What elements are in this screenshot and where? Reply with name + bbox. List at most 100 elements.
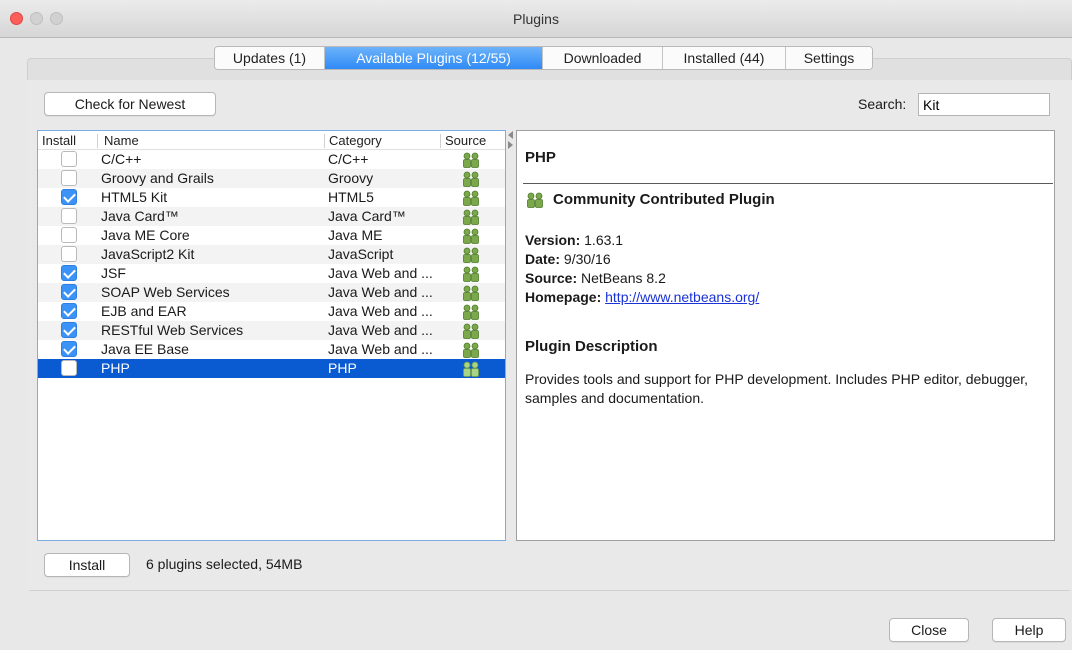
install-checkbox[interactable] [61, 360, 77, 376]
community-icon [461, 285, 481, 301]
table-row[interactable]: HTML5 Kit HTML5 [38, 188, 505, 207]
table-row[interactable]: JavaScript2 Kit JavaScript [38, 245, 505, 264]
community-icon [461, 228, 481, 244]
header-install[interactable]: Install [42, 133, 76, 148]
header-divider [97, 134, 98, 148]
plugin-type-label: Community Contributed Plugin [553, 191, 775, 208]
homepage-link[interactable]: http://www.netbeans.org/ [605, 289, 759, 305]
table-row[interactable]: Java EE Base Java Web and ... [38, 340, 505, 359]
plugin-category: Java Web and ... [328, 284, 433, 300]
table-row[interactable]: Groovy and Grails Groovy [38, 169, 505, 188]
install-checkbox[interactable] [61, 303, 77, 319]
plugin-category: Groovy [328, 170, 374, 186]
community-icon [461, 342, 481, 358]
header-category[interactable]: Category [329, 133, 382, 148]
plugin-name: PHP [101, 360, 130, 376]
plugin-title: PHP [525, 149, 556, 166]
plugin-name: RESTful Web Services [101, 322, 244, 338]
tab-updates[interactable]: Updates (1) [215, 47, 325, 69]
plugin-name: HTML5 Kit [101, 189, 168, 205]
plugin-category: JavaScript [328, 246, 394, 262]
plugin-category: HTML5 [328, 189, 374, 205]
plugin-category: Java ME [328, 227, 383, 243]
table-row[interactable]: RESTful Web Services Java Web and ... [38, 321, 505, 340]
tab-installed[interactable]: Installed (44) [663, 47, 786, 69]
header-name[interactable]: Name [104, 133, 139, 148]
plugin-info: Version: 1.63.1 Date: 9/30/16 Source: Ne… [525, 231, 759, 307]
plugin-name: Groovy and Grails [101, 170, 214, 186]
plugin-name: Java ME Core [101, 227, 190, 243]
tab-available-plugins[interactable]: Available Plugins (12/55) [325, 47, 543, 69]
table-row[interactable]: Java ME Core Java ME [38, 226, 505, 245]
community-icon [461, 247, 481, 263]
install-checkbox[interactable] [61, 208, 77, 224]
plugin-category: PHP [328, 360, 357, 376]
install-checkbox[interactable] [61, 246, 77, 262]
plugin-detail-panel: PHP Community Contributed Plugin Version… [516, 130, 1055, 541]
check-for-newest-button[interactable]: Check for Newest [44, 92, 216, 116]
version-value: 1.63.1 [584, 232, 624, 248]
install-checkbox[interactable] [61, 189, 77, 205]
community-icon [461, 152, 481, 168]
tab-settings[interactable]: Settings [786, 47, 872, 69]
table-row[interactable]: C/C++ C/C++ [38, 150, 505, 169]
table-header: Install Name Category Source [38, 131, 505, 150]
divider [523, 183, 1053, 184]
install-button[interactable]: Install [44, 553, 130, 577]
community-icon [461, 361, 481, 377]
tab-bar: Updates (1) Available Plugins (12/55) Do… [214, 46, 873, 70]
install-checkbox[interactable] [61, 151, 77, 167]
community-icon [461, 209, 481, 225]
homepage-label: Homepage: [525, 289, 602, 305]
install-checkbox[interactable] [61, 170, 77, 186]
community-icon [525, 192, 545, 208]
header-source[interactable]: Source [445, 133, 486, 148]
source-value: NetBeans 8.2 [581, 270, 666, 286]
community-icon [461, 171, 481, 187]
install-checkbox[interactable] [61, 227, 77, 243]
title-bar: Plugins [0, 0, 1072, 38]
search-label: Search: [858, 96, 907, 112]
table-row[interactable]: EJB and EAR Java Web and ... [38, 302, 505, 321]
plugin-category: Java Web and ... [328, 265, 433, 281]
table-row[interactable]: JSF Java Web and ... [38, 264, 505, 283]
community-icon [461, 266, 481, 282]
version-label: Version: [525, 232, 581, 248]
tab-downloaded[interactable]: Downloaded [543, 47, 663, 69]
install-checkbox[interactable] [61, 341, 77, 357]
plugin-name: Java Card™ [101, 208, 179, 224]
window-title: Plugins [513, 11, 559, 27]
plugin-category: Java Card™ [328, 208, 406, 224]
plugin-type: Community Contributed Plugin [525, 191, 775, 208]
community-icon [461, 190, 481, 206]
selection-status: 6 plugins selected, 54MB [146, 556, 303, 572]
plugin-list[interactable]: Install Name Category Source C/C++ C/C++ G… [37, 130, 506, 541]
plugin-category: C/C++ [328, 151, 369, 167]
plugin-name: JSF [101, 265, 126, 281]
plugin-name: Java EE Base [101, 341, 189, 357]
help-button[interactable]: Help [992, 618, 1066, 642]
plugin-name: JavaScript2 Kit [101, 246, 195, 262]
description-title: Plugin Description [525, 338, 658, 355]
plugin-name: SOAP Web Services [101, 284, 230, 300]
plugin-name: C/C++ [101, 151, 142, 167]
table-row[interactable]: PHP PHP [38, 359, 505, 378]
community-icon [461, 304, 481, 320]
source-label: Source: [525, 270, 578, 286]
splitter-arrows-icon[interactable] [506, 130, 516, 150]
description-text: Provides tools and support for PHP devel… [525, 371, 1029, 406]
date-value: 9/30/16 [563, 251, 611, 267]
install-checkbox[interactable] [61, 322, 77, 338]
date-label: Date: [525, 251, 561, 267]
search-input[interactable] [918, 93, 1050, 116]
plugin-name: EJB and EAR [101, 303, 187, 319]
header-divider [440, 134, 441, 148]
plugin-category: Java Web and ... [328, 303, 433, 319]
table-row[interactable]: Java Card™ Java Card™ [38, 207, 505, 226]
table-row[interactable]: SOAP Web Services Java Web and ... [38, 283, 505, 302]
community-icon [461, 323, 481, 339]
install-checkbox[interactable] [61, 265, 77, 281]
close-button[interactable]: Close [889, 618, 969, 642]
plugin-category: Java Web and ... [328, 322, 433, 338]
install-checkbox[interactable] [61, 284, 77, 300]
